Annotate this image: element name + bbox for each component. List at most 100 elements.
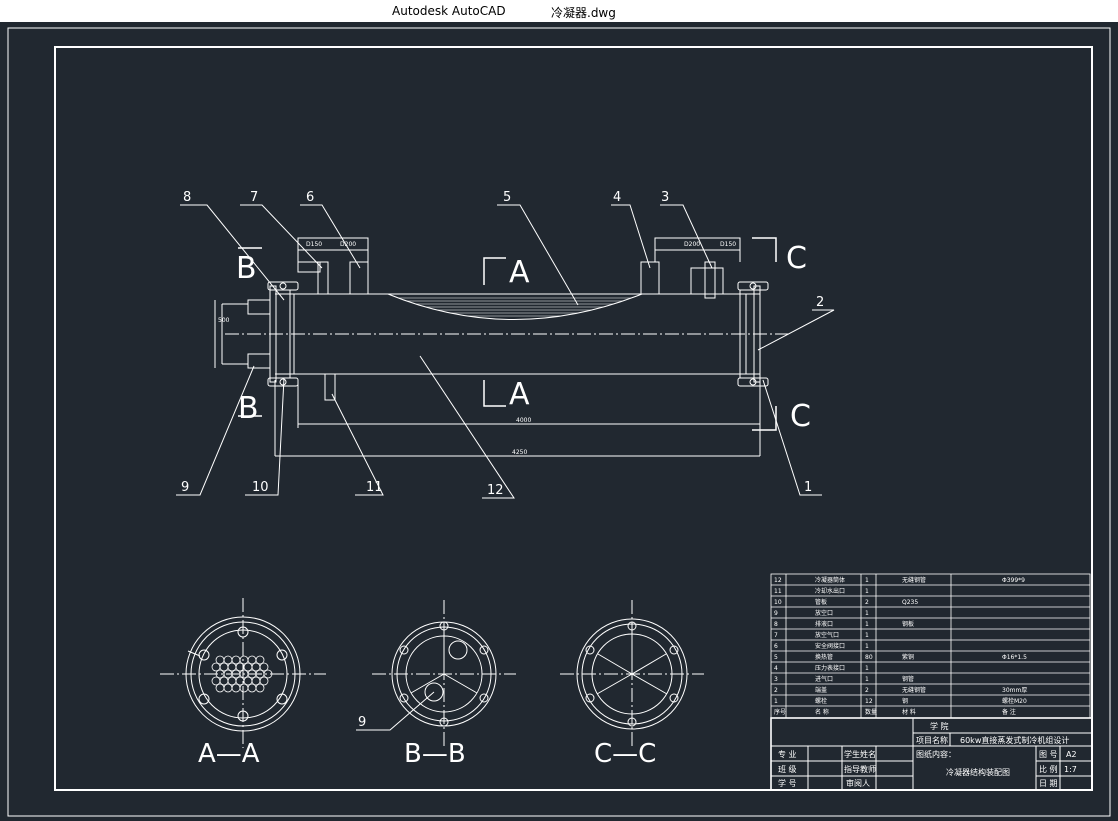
balloon-12: 12	[487, 483, 504, 498]
bom-note: 30mm厚	[1002, 687, 1027, 694]
bom-name: 螺栓	[815, 697, 827, 705]
bom-no: 6	[774, 643, 778, 650]
date-label: 日 期	[1039, 779, 1058, 788]
bom-material: 紫铜	[902, 653, 914, 661]
section-a-top-letter: A	[509, 255, 530, 290]
major-label: 专 业	[778, 749, 797, 759]
balloon-8: 8	[183, 190, 191, 205]
bom-qty: 1	[865, 621, 869, 628]
balloon-1: 1	[804, 480, 812, 495]
reviewer-label: 审阅人	[846, 778, 870, 788]
balloon-9: 9	[181, 480, 189, 495]
section-a-bottom-letter: A	[509, 377, 530, 412]
bom-no: 12	[774, 577, 782, 584]
drawing-no-label: 图 号	[1039, 750, 1058, 759]
bom-no: 3	[774, 676, 778, 683]
project-label: 项目名称	[916, 735, 948, 745]
bom-qty: 1	[865, 610, 869, 617]
drawing-canvas[interactable]: A A B B C C D150 D200 D200 D150 4000 425…	[0, 22, 1118, 821]
dimension-text: D150	[720, 241, 736, 248]
bom-material: 钢板	[902, 620, 914, 628]
window-title-bar: Autodesk AutoCAD 冷凝器.dwg	[0, 0, 1118, 22]
bom-no: 7	[774, 632, 778, 639]
bom-qty: 12	[865, 698, 873, 705]
bom-material: 无缝钢管	[902, 576, 926, 584]
section-c-bottom-letter: C	[790, 399, 811, 434]
bom-header-name: 名 称	[815, 708, 829, 716]
bom-qty: 2	[865, 599, 869, 606]
student-no-label: 学 号	[778, 778, 797, 788]
bom-no: 2	[774, 687, 778, 694]
balloon-5: 5	[503, 190, 511, 205]
dimension-text: 4000	[516, 417, 531, 424]
bom-no: 9	[774, 610, 778, 617]
bom-material: Q235	[902, 599, 918, 606]
school-label: 学 院	[930, 721, 949, 731]
dimension-text: D200	[684, 241, 700, 248]
bom-qty: 1	[865, 665, 869, 672]
bom-header-note: 备 注	[1002, 708, 1016, 716]
balloon-6: 6	[306, 190, 314, 205]
balloon-2: 2	[816, 295, 824, 310]
advisor-label: 指导教师	[844, 764, 876, 774]
balloon-10: 10	[252, 480, 269, 495]
bom-name: 压力表接口	[815, 664, 845, 672]
drawing-title: 冷凝器结构装配图	[946, 767, 1010, 777]
balloon-11: 11	[366, 480, 383, 495]
section-b-b-callout: 9	[358, 715, 366, 730]
content-label: 图纸内容：	[916, 749, 956, 759]
section-b-top-letter: B	[236, 251, 257, 286]
title-block-text: 学 院 项目名称 60kw直接蒸发式制冷机组设计 图纸内容： 冷凝器结构装配图 …	[778, 721, 1077, 788]
dimension-text: D150	[306, 241, 322, 248]
section-a-a-title: A—A	[198, 739, 260, 769]
bom-qty: 1	[865, 676, 869, 683]
project-value: 60kw直接蒸发式制冷机组设计	[960, 735, 1069, 745]
bom-name: 换热管	[815, 653, 833, 661]
condenser-elevation	[214, 237, 790, 457]
bom-qty: 1	[865, 643, 869, 650]
bom-material: 钢	[902, 697, 908, 705]
bom-header-material: 材 料	[902, 708, 916, 716]
section-b-b-title: B—B	[404, 739, 466, 769]
dimension-text: 4250	[512, 449, 527, 456]
balloon-3: 3	[661, 190, 669, 205]
bom-note: 螺栓M20	[1002, 697, 1027, 705]
dimension-text: 500	[218, 317, 230, 324]
bom-name: 端盖	[815, 686, 827, 694]
bom-name: 放空气口	[815, 631, 839, 639]
bom-header-qty: 数量	[865, 708, 877, 716]
bom-no: 11	[774, 588, 782, 595]
scale-label: 比 例	[1039, 764, 1058, 774]
dimension-text: D200	[340, 241, 356, 248]
bom-no: 10	[774, 599, 782, 606]
bom-note: Φ16*1.5	[1002, 654, 1027, 661]
student-name-label: 学生姓名	[844, 749, 876, 759]
bom-name: 排液口	[815, 620, 833, 628]
bom-qty: 2	[865, 687, 869, 694]
bom-header-no: 序号	[774, 708, 786, 716]
bom-no: 1	[774, 698, 778, 705]
balloon-4: 4	[613, 190, 621, 205]
section-a-a-view	[160, 598, 326, 748]
tube-bundle-breakout	[387, 293, 643, 320]
bom-no: 4	[774, 665, 778, 672]
file-name: 冷凝器.dwg	[551, 6, 616, 20]
bom-qty: 1	[865, 632, 869, 639]
section-c-top-letter: C	[786, 241, 807, 276]
balloon-7: 7	[250, 190, 258, 205]
bom-qty: 80	[865, 654, 873, 661]
scale-value: 1:7	[1064, 765, 1077, 774]
bom-name: 放空口	[815, 609, 833, 617]
bom-note: Φ399*9	[1002, 577, 1025, 584]
section-c-c-view	[560, 600, 704, 746]
bom-name: 进气口	[815, 675, 833, 683]
outer-sheet-border	[7, 27, 1111, 817]
section-b-b-view	[356, 600, 516, 746]
bom-name: 冷却水出口	[815, 587, 845, 595]
bom-qty: 1	[865, 577, 869, 584]
bom-no: 8	[774, 621, 778, 628]
bom-name: 冷凝器筒体	[815, 576, 845, 584]
bom-material: 钢管	[902, 675, 914, 683]
drawing-no-value: A2	[1066, 750, 1077, 759]
section-c-c-title: C—C	[594, 739, 656, 769]
